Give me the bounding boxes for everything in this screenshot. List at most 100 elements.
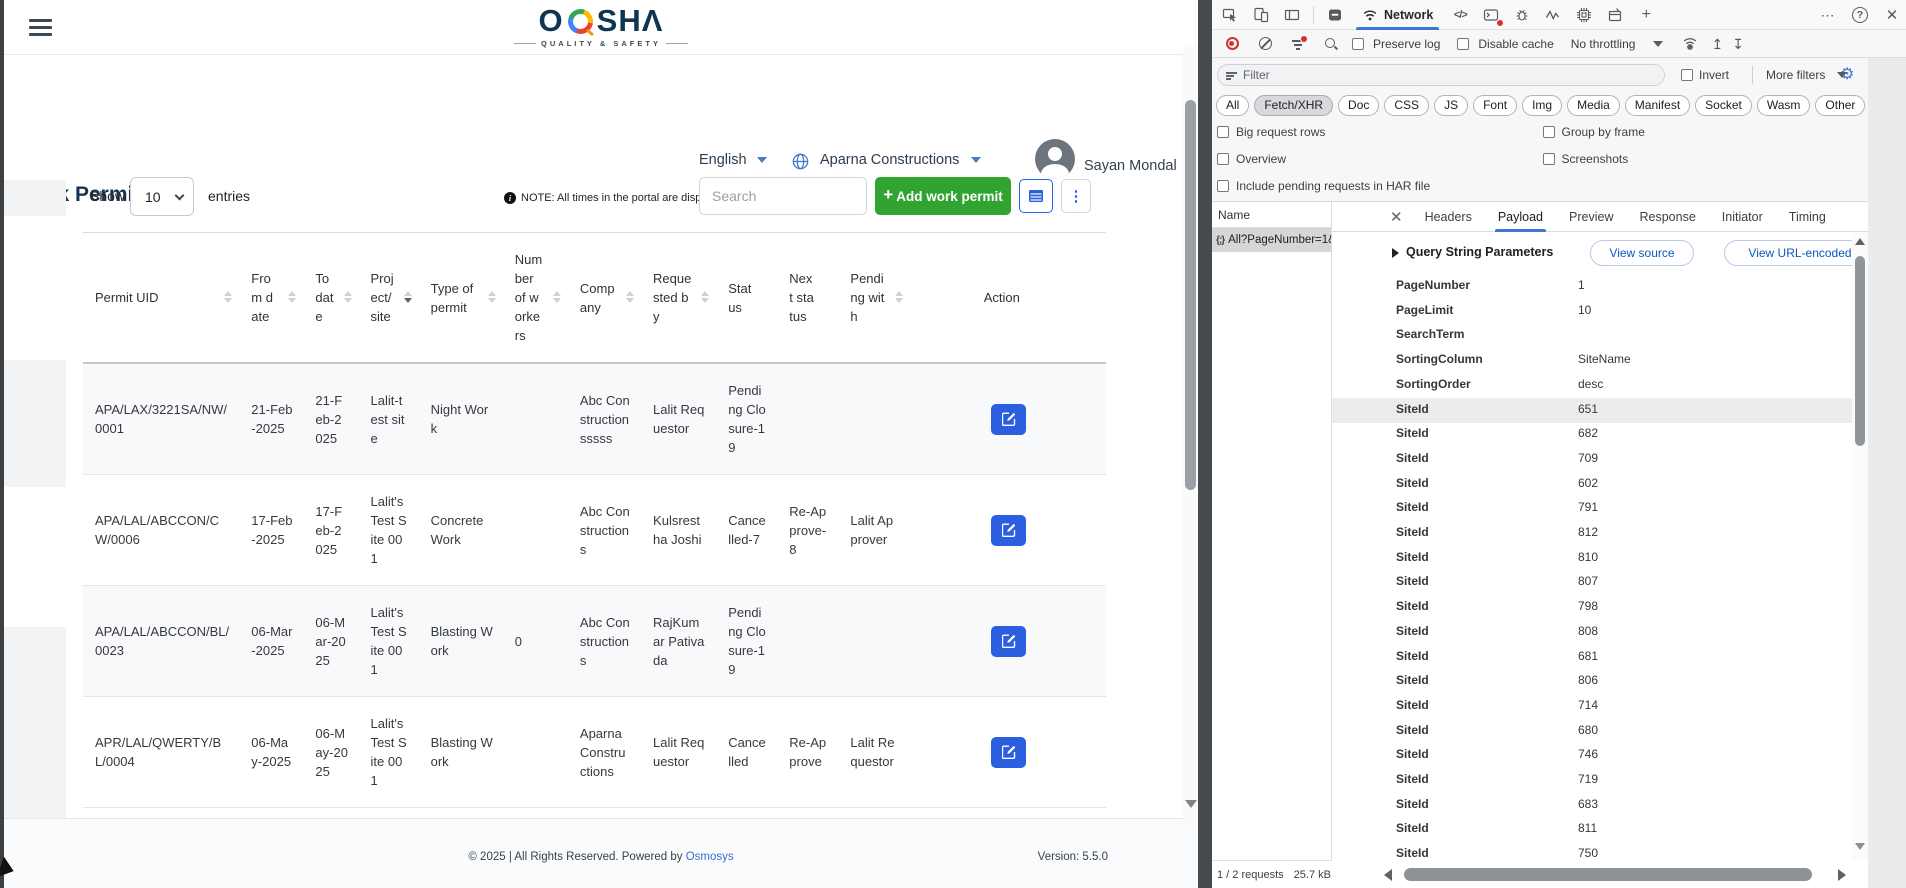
close-devtools-icon[interactable]: ✕ <box>1880 3 1904 27</box>
checkbox[interactable] <box>1217 153 1229 165</box>
requests-name-header[interactable]: Name <box>1212 202 1331 228</box>
preserve-log-checkbox[interactable] <box>1352 38 1364 50</box>
language-dropdown[interactable]: English <box>699 152 767 168</box>
invert-checkbox[interactable] <box>1681 69 1693 81</box>
activity-bar-layout-icon[interactable] <box>1280 3 1304 27</box>
edit-permit-button[interactable] <box>991 404 1026 435</box>
column-header[interactable]: Pending with <box>838 233 909 364</box>
sort-arrows-icon[interactable] <box>701 291 709 303</box>
checkbox[interactable] <box>1217 180 1229 192</box>
edit-permit-button[interactable] <box>991 737 1026 768</box>
chip-manifest[interactable]: Manifest <box>1625 95 1690 116</box>
tab-network[interactable]: Network <box>1354 0 1441 30</box>
sort-arrows-icon[interactable] <box>488 291 496 303</box>
network-conditions-icon[interactable] <box>1678 32 1702 56</box>
scroll-up-icon[interactable] <box>1855 238 1865 245</box>
column-header[interactable]: Company <box>568 233 641 364</box>
chip-media[interactable]: Media <box>1567 95 1620 116</box>
column-visibility-button[interactable] <box>1019 179 1053 213</box>
throttling-dropdown[interactable]: No throttling <box>1571 37 1664 51</box>
search-icon[interactable] <box>1319 32 1343 56</box>
column-header[interactable]: To date <box>303 233 358 364</box>
request-row[interactable]: {;}All?PageNumber=1&... <box>1212 228 1331 252</box>
device-toolbar-icon[interactable] <box>1249 3 1273 27</box>
sources-icon[interactable]: </> <box>1448 3 1472 27</box>
checkbox[interactable] <box>1217 126 1229 138</box>
column-header[interactable]: Requested by <box>641 233 716 364</box>
filter-icon[interactable] <box>1286 32 1310 56</box>
view-urlencoded-button[interactable]: View URL-encoded <box>1724 240 1852 266</box>
chip-font[interactable]: Font <box>1473 95 1517 116</box>
sort-arrows-icon[interactable] <box>288 291 296 303</box>
payload-hscrollbar-track[interactable] <box>1332 860 1868 888</box>
detail-tab-payload[interactable]: Payload <box>1498 202 1543 232</box>
column-header[interactable]: Project/ site <box>359 233 419 364</box>
osmosys-link[interactable]: Osmosys <box>686 851 734 863</box>
chip-socket[interactable]: Socket <box>1695 95 1752 116</box>
chip-js[interactable]: JS <box>1434 95 1468 116</box>
sort-arrows-icon[interactable] <box>895 291 903 303</box>
organization-dropdown[interactable]: Aparna Constructions <box>820 152 981 168</box>
sort-arrows-icon[interactable] <box>404 291 412 303</box>
debugger-bug-icon[interactable] <box>1510 3 1534 27</box>
memory-icon[interactable] <box>1572 3 1596 27</box>
application-icon[interactable] <box>1603 3 1627 27</box>
view-source-button[interactable]: View source <box>1590 240 1694 266</box>
edit-permit-button[interactable] <box>991 515 1026 546</box>
chip-css[interactable]: CSS <box>1384 95 1429 116</box>
add-tool-icon[interactable]: + <box>1634 3 1658 27</box>
sort-arrows-icon[interactable] <box>224 291 232 303</box>
column-header[interactable]: From date <box>239 233 303 364</box>
inspect-icon[interactable] <box>1218 3 1242 27</box>
scroll-down-icon[interactable] <box>1855 843 1865 850</box>
pane-divider[interactable] <box>1198 0 1212 888</box>
checkbox[interactable] <box>1543 153 1555 165</box>
payload-scrollbar-track[interactable] <box>1852 232 1868 860</box>
scroll-right-icon[interactable] <box>1838 869 1846 881</box>
detail-tab-response[interactable]: Response <box>1639 202 1695 232</box>
detail-tab-preview[interactable]: Preview <box>1569 202 1613 232</box>
disable-cache-checkbox[interactable] <box>1457 38 1469 50</box>
more-filters-dropdown[interactable]: More filters <box>1766 68 1847 82</box>
chip-fetchxhr[interactable]: Fetch/XHR <box>1254 95 1333 116</box>
app-drawer-icon[interactable] <box>1323 3 1347 27</box>
more-actions-button[interactable]: ⋮ <box>1061 179 1091 213</box>
help-icon[interactable]: ? <box>1848 3 1872 27</box>
page-size-select[interactable]: 10 <box>130 177 194 216</box>
edit-permit-button[interactable] <box>991 626 1026 657</box>
detail-tab-headers[interactable]: Headers <box>1425 202 1472 232</box>
payload-scrollbar-thumb[interactable] <box>1855 256 1865 446</box>
network-filter-input[interactable] <box>1243 68 1623 82</box>
detail-tab-timing[interactable]: Timing <box>1789 202 1826 232</box>
performance-icon[interactable] <box>1541 3 1565 27</box>
page-scrollbar-thumb[interactable] <box>1185 100 1196 490</box>
payload-hscrollbar-thumb[interactable] <box>1404 868 1812 881</box>
chip-img[interactable]: Img <box>1522 95 1562 116</box>
chip-doc[interactable]: Doc <box>1338 95 1379 116</box>
console-icon[interactable] <box>1479 3 1503 27</box>
column-header[interactable]: Permit UID <box>83 233 239 364</box>
chip-all[interactable]: All <box>1216 95 1249 116</box>
scroll-left-icon[interactable] <box>1384 869 1392 881</box>
user-avatar[interactable] <box>1035 139 1075 179</box>
page-scroll-down-icon[interactable] <box>1185 800 1197 808</box>
close-detail-icon[interactable]: ✕ <box>1390 208 1403 226</box>
hamburger-menu-icon[interactable] <box>29 19 52 36</box>
sort-arrows-icon[interactable] <box>344 291 352 303</box>
column-header[interactable]: Number of workers <box>503 233 568 364</box>
sort-arrows-icon[interactable] <box>553 291 561 303</box>
record-icon[interactable] <box>1220 32 1244 56</box>
sort-arrows-icon[interactable] <box>626 291 634 303</box>
clear-icon[interactable] <box>1253 32 1277 56</box>
checkbox[interactable] <box>1543 126 1555 138</box>
column-header[interactable]: Type of permit <box>419 233 503 364</box>
more-options-icon[interactable]: ⋯ <box>1816 3 1840 27</box>
search-input[interactable] <box>699 177 867 215</box>
add-work-permit-button[interactable]: + Add work permit <box>875 177 1011 215</box>
export-har-icon[interactable]: ↧ <box>1732 37 1744 51</box>
disclosure-triangle-icon[interactable] <box>1392 248 1399 258</box>
import-har-icon[interactable]: ↥ <box>1711 37 1723 51</box>
chip-other[interactable]: Other <box>1815 95 1865 116</box>
chip-wasm[interactable]: Wasm <box>1757 95 1811 116</box>
detail-tab-initiator[interactable]: Initiator <box>1722 202 1763 232</box>
